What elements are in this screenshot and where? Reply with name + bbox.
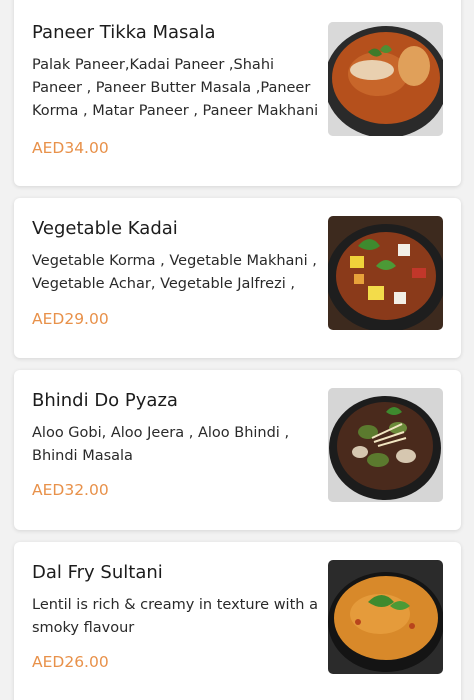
item-price: AED34.00 <box>32 139 109 157</box>
item-description: Palak Paneer,Kadai Paneer ,Shahi Paneer … <box>32 57 319 119</box>
menu-item-card[interactable]: Paneer Tikka Masala Palak Paneer,Kadai P… <box>14 0 461 186</box>
item-price: AED29.00 <box>32 310 109 328</box>
curry-dish-image[interactable] <box>328 22 443 136</box>
item-name: Vegetable Kadai <box>32 218 178 239</box>
item-name: Bhindi Do Pyaza <box>32 390 178 411</box>
item-price: AED32.00 <box>32 481 109 499</box>
item-description: Aloo Gobi, Aloo Jeera , Aloo Bhindi , Bh… <box>32 425 290 464</box>
item-price: AED26.00 <box>32 653 109 671</box>
item-name: Dal Fry Sultani <box>32 562 163 583</box>
item-name: Paneer Tikka Masala <box>32 22 216 43</box>
item-description: Vegetable Korma , Vegetable Makhani , Ve… <box>32 253 317 292</box>
menu-item-card[interactable]: Dal Fry Sultani Lentil is rich & creamy … <box>14 542 461 700</box>
okra-dish-image[interactable] <box>328 388 443 502</box>
menu-item-card[interactable]: Vegetable Kadai Vegetable Korma , Vegeta… <box>14 198 461 358</box>
vegetable-dish-image[interactable] <box>328 216 443 330</box>
dal-bowl-image[interactable] <box>328 560 443 674</box>
menu-list: Paneer Tikka Masala Palak Paneer,Kadai P… <box>0 0 474 700</box>
menu-item-card[interactable]: Bhindi Do Pyaza Aloo Gobi, Aloo Jeera , … <box>14 370 461 530</box>
item-description: Lentil is rich & creamy in texture with … <box>32 597 318 636</box>
